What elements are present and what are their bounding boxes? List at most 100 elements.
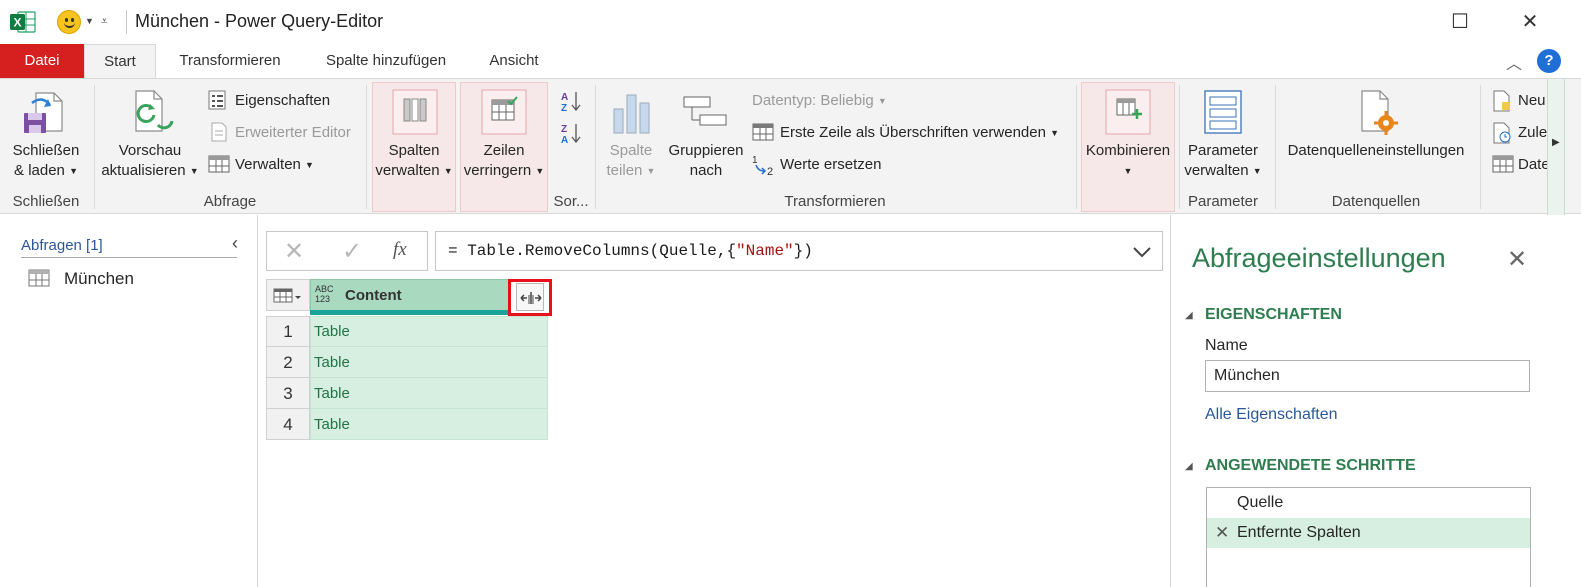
formula-input[interactable]: = Table.RemoveColumns(Quelle,{"Name"}) <box>435 231 1163 271</box>
help-button[interactable]: ? <box>1537 49 1561 73</box>
chevron-down-icon: ▼ <box>646 166 656 177</box>
chevron-down-icon: ▼ <box>189 166 199 177</box>
column-type-icon[interactable]: ABC 123 <box>315 284 341 304</box>
manage-parameters-button[interactable]: Parameter verwalten ▼ <box>1181 141 1265 181</box>
collapse-triangle-icon[interactable]: ◢ <box>1185 310 1193 321</box>
quick-access-customize-icon[interactable]: ⩡ <box>101 14 108 29</box>
replace-values-icon: 1 2 <box>752 155 773 176</box>
collapse-ribbon-icon[interactable]: ︿ <box>1506 50 1522 74</box>
table-cell[interactable]: Table <box>310 378 548 409</box>
table-icon <box>28 269 50 287</box>
reduce-rows-icon <box>481 89 527 135</box>
name-input[interactable]: München <box>1205 360 1530 392</box>
first-row-headers-icon <box>752 123 774 141</box>
split-label-2: teilen <box>606 162 643 179</box>
group-by-label-1: Gruppieren <box>668 142 744 159</box>
replace-values-button[interactable]: Werte ersetzen <box>780 154 881 176</box>
split-column-button[interactable]: Spalte teilen ▼ <box>600 141 662 181</box>
properties-section-header: EIGENSCHAFTEN <box>1205 306 1342 323</box>
all-properties-link[interactable]: Alle Eigenschaften <box>1205 406 1338 424</box>
chevron-down-icon: ▼ <box>69 166 78 177</box>
fx-icon[interactable]: fx <box>393 239 407 261</box>
close-load-label-1: Schließen <box>12 142 80 159</box>
svg-text:Z: Z <box>561 103 567 113</box>
manage-columns-label-1: Spalten <box>388 142 440 159</box>
collapse-pane-icon[interactable]: ‹ <box>232 233 238 254</box>
data-source-settings-icon <box>1361 90 1398 135</box>
svg-text:2: 2 <box>767 166 773 176</box>
applied-steps-header: ANGEWENDETE SCHRITTE <box>1205 457 1416 474</box>
advanced-editor-button[interactable]: Erweiterter Editor <box>235 122 351 144</box>
table-menu-button[interactable] <box>266 279 310 311</box>
expand-formula-icon[interactable] <box>1132 246 1152 258</box>
window-title: München - Power Query-Editor <box>135 11 384 31</box>
table-cell[interactable]: Table <box>310 316 548 347</box>
data-source-settings-button[interactable]: Datenquelleneinstellungen <box>1279 141 1473 161</box>
group-label-parameters: Parameter <box>1187 193 1259 210</box>
manage-columns-button[interactable]: Spalten verwalten ▼ <box>372 141 456 181</box>
excel-logo-icon: X <box>10 11 36 33</box>
close-load-label-2: & laden <box>14 162 65 179</box>
commit-formula-icon[interactable]: ✓ <box>342 237 362 266</box>
first-row-label: Erste Zeile als Überschriften verwenden <box>780 124 1046 141</box>
step-item-quelle[interactable]: Quelle <box>1207 488 1530 518</box>
sort-descending-icon[interactable]: Z A <box>560 121 584 145</box>
formula-string: "Name" <box>736 242 794 260</box>
row-number: 2 <box>266 347 310 378</box>
manage-button[interactable]: Verwalten ▼ <box>235 154 314 176</box>
sort-ascending-icon[interactable]: A Z <box>560 89 584 113</box>
datatype-dropdown[interactable]: Datentyp: Beliebig ▼ <box>752 90 887 112</box>
queries-header: Abfragen [1] <box>21 237 103 254</box>
title-separator <box>126 10 127 34</box>
step-label: Entfernte Spalten <box>1237 524 1361 541</box>
properties-button[interactable]: Eigenschaften <box>235 90 330 112</box>
delete-step-icon[interactable]: ✕ <box>1215 523 1229 543</box>
group-label-close: Schließen <box>12 193 80 210</box>
reduce-rows-label-2: verringern <box>463 162 532 179</box>
table-cell[interactable]: Table <box>310 347 548 378</box>
tab-datei[interactable]: Datei <box>0 44 84 78</box>
close-and-load-button[interactable]: Schließen & laden ▼ <box>4 141 88 181</box>
close-pane-icon[interactable]: ✕ <box>1507 245 1527 274</box>
query-item-label: München <box>64 269 134 288</box>
expand-columns-icon <box>520 292 542 304</box>
tab-spalte-hinzufuegen[interactable]: Spalte hinzufügen <box>312 44 460 78</box>
group-separator <box>366 85 367 209</box>
data-source-settings-label: Datenquelleneinstellungen <box>1287 142 1465 159</box>
group-by-button[interactable]: Gruppieren nach <box>664 141 748 181</box>
recent-sources-button[interactable]: Zule <box>1518 122 1547 144</box>
combine-button[interactable]: Kombinieren ▼ <box>1081 141 1175 181</box>
group-separator <box>1076 85 1077 209</box>
settings-title: Abfrageeinstellungen <box>1192 243 1446 273</box>
group-label-datasources: Datenquellen <box>1331 193 1421 210</box>
feedback-smiley-icon[interactable] <box>57 10 81 34</box>
name-input-value: München <box>1214 367 1280 384</box>
refresh-preview-button[interactable]: Vorschau aktualisieren ▼ <box>98 141 202 181</box>
datatype-label: Datentyp: Beliebig <box>752 92 874 109</box>
row-number: 3 <box>266 378 310 409</box>
group-separator <box>1275 85 1276 209</box>
table-cell[interactable]: Table <box>310 409 548 440</box>
maximize-button[interactable]: ☐ <box>1440 6 1480 38</box>
chevron-down-icon: ▼ <box>443 166 453 177</box>
new-source-button[interactable]: Neu <box>1518 90 1546 112</box>
reduce-rows-button[interactable]: Zeilen verringern ▼ <box>460 141 548 181</box>
close-window-button[interactable]: ✕ <box>1510 6 1550 38</box>
ribbon: Schließen & laden ▼ Schließen Vorschau a… <box>0 78 1581 215</box>
smiley-dropdown-icon[interactable]: ▼ <box>85 16 94 26</box>
first-row-as-headers-button[interactable]: Erste Zeile als Überschriften verwenden … <box>780 122 1059 144</box>
tab-transformieren[interactable]: Transformieren <box>164 44 296 78</box>
step-item-entfernte-spalten[interactable]: ✕ Entfernte Spalten <box>1207 518 1530 548</box>
ribbon-scroll-right[interactable]: ▶ <box>1547 79 1565 215</box>
query-item[interactable]: München <box>20 267 250 291</box>
query-settings-pane: Abfrageeinstellungen ✕ ◢ EIGENSCHAFTEN N… <box>1170 215 1581 587</box>
collapse-triangle-icon[interactable]: ◢ <box>1185 461 1193 472</box>
tab-start[interactable]: Start <box>84 44 156 79</box>
close-and-load-icon <box>24 92 63 133</box>
ribbon-tabs: Datei Start Transformieren Spalte hinzuf… <box>0 44 1581 79</box>
tab-ansicht[interactable]: Ansicht <box>476 44 552 78</box>
row-number: 1 <box>266 316 310 347</box>
enter-data-button[interactable]: Date <box>1518 154 1550 176</box>
cancel-formula-icon[interactable]: ✕ <box>284 237 304 266</box>
expand-column-button[interactable] <box>516 283 544 311</box>
